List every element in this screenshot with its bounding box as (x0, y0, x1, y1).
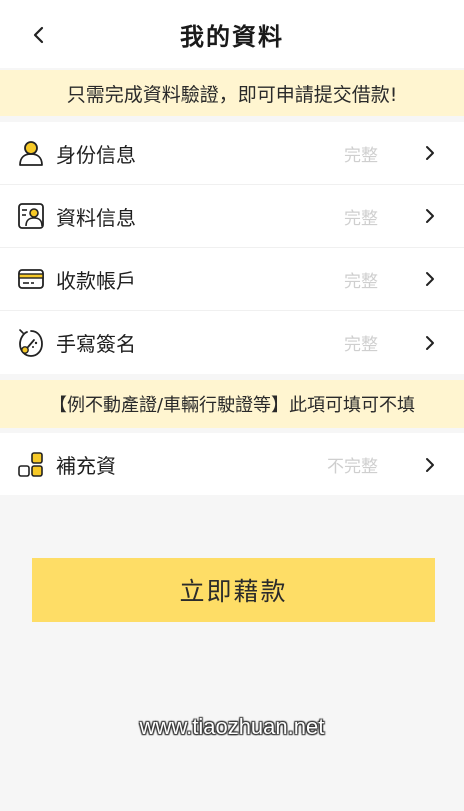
page-title: 我的資料 (180, 23, 284, 51)
list-item-bank-account[interactable]: 收款帳戶 完整 (0, 248, 464, 311)
id-card-icon (16, 201, 46, 231)
item-status: 不完整 (327, 457, 378, 477)
supplementary-list: 補充資 不完整 (0, 433, 464, 495)
item-status: 完整 (344, 335, 378, 355)
chevron-right-icon (422, 208, 438, 224)
watermark-text: www.tiaozhuan.net (139, 714, 325, 739)
item-label: 收款帳戶 (56, 268, 136, 293)
verification-notice: 只需完成資料驗證，即可申請提交借款! (0, 70, 464, 116)
item-status: 完整 (344, 271, 378, 292)
list-item-profile-info[interactable]: 資料信息 完整 (0, 185, 464, 248)
profile-list: 身份信息 完整 資料信息 完整 收款帳戶 完整 手寫簽名 完整 (0, 122, 464, 374)
chevron-right-icon (422, 271, 438, 287)
list-item-signature[interactable]: 手寫簽名 完整 (0, 311, 464, 374)
item-status: 完整 (344, 145, 378, 166)
item-label: 手寫簽名 (56, 332, 136, 356)
item-label: 身份信息 (56, 142, 136, 167)
signature-icon (16, 328, 46, 358)
item-status: 完整 (344, 208, 378, 229)
list-item-supplementary[interactable]: 補充資 不完整 (0, 433, 464, 496)
optional-notice: 【例不動產證/車輛行駛證等】此項可填可不填 (0, 380, 464, 428)
chevron-right-icon (422, 335, 438, 351)
submit-loan-button[interactable]: 立即藉款 (32, 558, 435, 622)
bank-card-icon (16, 264, 46, 294)
item-label: 資料信息 (56, 205, 136, 230)
person-icon (16, 138, 46, 168)
item-label: 補充資 (56, 454, 116, 478)
chevron-right-icon (422, 457, 438, 473)
list-item-identity[interactable]: 身份信息 完整 (0, 122, 464, 185)
blocks-icon (16, 450, 46, 480)
top-bar: 我的資料 (0, 0, 464, 68)
chevron-right-icon (422, 145, 438, 161)
